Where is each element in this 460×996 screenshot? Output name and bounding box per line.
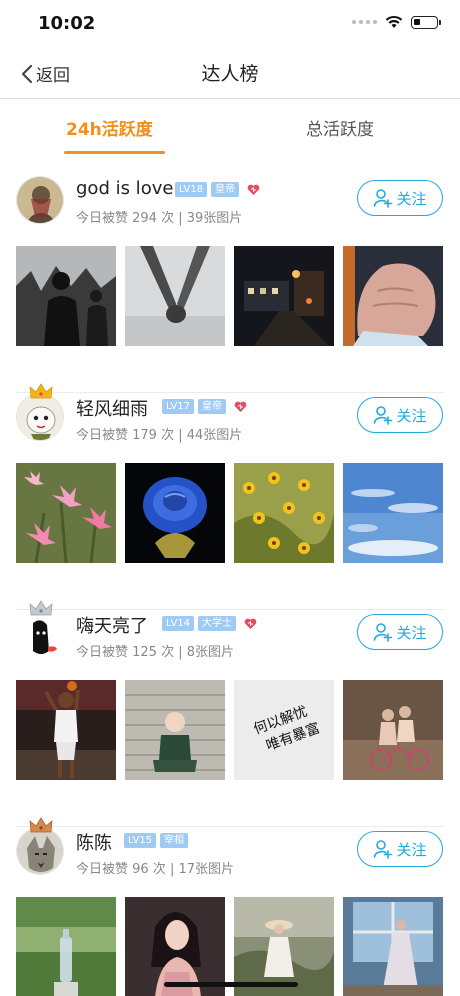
heart-icon: [234, 401, 247, 412]
user-card[interactable]: 陈陈 LV15 宰相 今日被赞 96 次 | 17张图片 关注: [0, 817, 460, 996]
tab-bar: 24h活跃度 总活跃度: [0, 99, 460, 156]
user-badges: LV15 宰相: [124, 833, 189, 848]
active-tab-indicator: [64, 151, 165, 154]
rank-title-badge: 皇帝: [198, 399, 227, 414]
page-title: 达人榜: [201, 63, 259, 85]
follow-label: 关注: [396, 623, 427, 642]
user-name[interactable]: god is love: [76, 178, 173, 199]
status-bar: 10:02: [0, 0, 460, 46]
user-badges: LV14 大学士: [162, 616, 257, 631]
user-badges: LV17 皇帝: [162, 399, 247, 414]
avatar[interactable]: [16, 600, 66, 660]
user-card[interactable]: 嗨天亮了 LV14 大学士 今日被赞 125 次 | 8张图片 关注 何以解忧 …: [0, 600, 460, 827]
photo-row: 何以解忧 唯有暴富: [16, 680, 443, 780]
fist-photo[interactable]: [343, 246, 443, 346]
follow-label: 关注: [396, 840, 427, 859]
user-stats: 今日被赞 96 次 | 17张图片: [76, 862, 234, 877]
battery-icon: [411, 15, 441, 29]
level-badge: LV14: [162, 616, 195, 631]
silver-crown-icon: [29, 600, 53, 616]
bronze-crown-icon: [29, 817, 53, 833]
user-badges: LV18 皇帝: [175, 182, 260, 197]
follow-button[interactable]: 关注: [357, 180, 443, 216]
user-card[interactable]: 轻风细雨 LV17 皇帝 今日被赞 179 次 | 44张图片 关注: [0, 383, 460, 610]
home-indicator: [164, 982, 298, 987]
user-name[interactable]: 陈陈: [76, 829, 112, 855]
holding-hands-photo[interactable]: [125, 246, 225, 346]
blue-sky-photo[interactable]: [343, 463, 443, 563]
user-card[interactable]: god is love LV18 皇帝 今日被赞 294 次 | 39张图片 关…: [0, 176, 460, 393]
rank-title-badge: 大学士: [198, 616, 237, 631]
cellular-signal-icon: [352, 20, 377, 24]
status-icons: [352, 15, 441, 29]
add-user-icon: [374, 189, 393, 208]
follow-button[interactable]: 关注: [357, 831, 443, 867]
woman-window-photo[interactable]: [343, 897, 443, 996]
add-user-icon: [374, 406, 393, 425]
calligraphy-photo[interactable]: 何以解忧 唯有暴富: [234, 680, 334, 780]
avatar[interactable]: [16, 176, 66, 226]
tab-total-activity[interactable]: 总活跃度: [306, 115, 374, 140]
level-badge: LV18: [175, 182, 208, 197]
heart-icon: [247, 184, 260, 195]
user-stats: 今日被赞 294 次 | 39张图片: [76, 211, 243, 226]
yellow-flowers-photo[interactable]: [234, 463, 334, 563]
add-user-icon: [374, 623, 393, 642]
user-name[interactable]: 嗨天亮了: [76, 612, 148, 638]
blue-rose-photo[interactable]: [125, 463, 225, 563]
child-on-steps-photo[interactable]: [125, 680, 225, 780]
pink-lilies-photo[interactable]: [16, 463, 116, 563]
heart-icon: [244, 618, 257, 629]
gold-crown-icon: [29, 383, 53, 399]
add-user-icon: [374, 840, 393, 859]
level-badge: LV17: [162, 399, 195, 414]
follow-button[interactable]: 关注: [357, 614, 443, 650]
avatar[interactable]: [16, 817, 66, 877]
couple-cycling-photo[interactable]: [343, 680, 443, 780]
follow-label: 关注: [396, 406, 427, 425]
night-street-photo[interactable]: [234, 246, 334, 346]
photo-row: [16, 463, 443, 563]
navigation-bar: 返回 达人榜: [0, 46, 460, 99]
user-stats: 今日被赞 179 次 | 44张图片: [76, 428, 243, 443]
tab-24h-activity[interactable]: 24h活跃度: [66, 115, 153, 140]
follow-label: 关注: [396, 189, 427, 208]
level-badge: LV15: [124, 833, 157, 848]
silhouettes-photo[interactable]: [16, 246, 116, 346]
photo-row: [16, 246, 443, 346]
rank-title-badge: 皇帝: [211, 182, 240, 197]
rank-title-badge: 宰相: [160, 833, 189, 848]
garden-bottle-photo[interactable]: [16, 897, 116, 996]
user-name[interactable]: 轻风细雨: [76, 395, 148, 421]
status-time: 10:02: [38, 13, 96, 34]
user-stats: 今日被赞 125 次 | 8张图片: [76, 645, 234, 660]
avatar[interactable]: [16, 383, 66, 443]
basketball-player-photo[interactable]: [16, 680, 116, 780]
follow-button[interactable]: 关注: [357, 397, 443, 433]
wifi-icon: [385, 15, 403, 28]
